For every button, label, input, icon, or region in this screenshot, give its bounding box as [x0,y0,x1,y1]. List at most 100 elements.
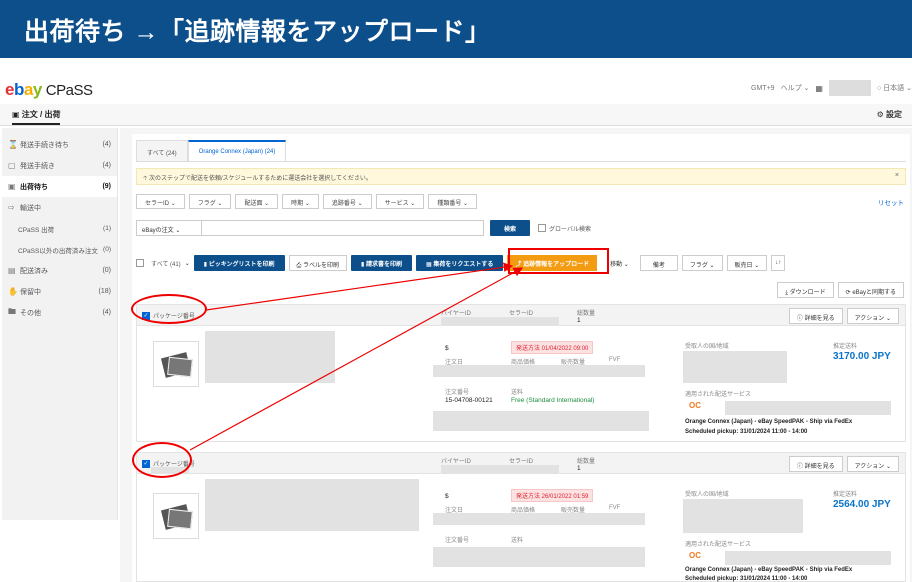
chevron-down-icon: ⌄ [623,262,629,268]
download-row: ⤓ ダウンロード ⟳ eBayと同期する [777,282,904,298]
sidebar-item-awaiting-shipment[interactable]: ▣ 出荷待ち (9) [2,176,117,197]
memo-button[interactable]: 備考 [639,255,678,271]
language-selector[interactable]: ○ 日本語 ⌄ [877,83,912,93]
search-row: eBayの注文 ⌄ 検索 グローバル検索 [136,220,591,236]
sort-order-icon[interactable]: ↓↑ [771,255,786,271]
currency-symbol: $ [445,345,449,352]
reset-link[interactable]: リセット [878,197,904,207]
estimated-postage-label: 推定送料 [833,344,858,350]
chevron-down-icon: ⌄ [885,464,891,470]
sync-ebay-button[interactable]: ⟳ eBayと同期する [837,282,904,298]
annotation-circle-package-2 [132,442,192,478]
sidebar-item-other[interactable]: 🖿 その他 (4) [2,302,117,323]
filter-service[interactable]: サービス ⌄ [375,194,425,209]
currency-symbol: $ [445,493,449,500]
tab-orange-connex[interactable]: Orange Connex (Japan) (24) [187,140,287,162]
delivered-icon: ▤ [8,266,16,275]
search-button[interactable]: 検索 [490,220,531,236]
sidebar-item-non-cpass-shipped[interactable]: CPaSS以外の出荷済み注文 (0) [2,239,117,260]
filter-flag[interactable]: フラグ ⌄ [188,194,232,209]
user-account[interactable] [828,80,871,96]
globe-icon: ○ [876,85,882,92]
action-dropdown[interactable]: アクション ⌄ [846,456,899,472]
info-icon: ⓘ [796,316,803,322]
fvf-label: FVF [609,357,621,363]
chevron-down-icon: ⌄ [463,201,469,207]
view-details-button[interactable]: ⓘ 詳細を見る [788,308,843,324]
sidebar: ⌛ 発送手続き待ち (4) ▢ 発送手続き (4) ▣ 出荷待ち (9) ⇨ 輸送中 CPaS… [2,128,118,520]
sidebar-item-awaiting-process[interactable]: ⌛ 発送手続き待ち (4) [2,134,117,155]
filter-tracking[interactable]: 追跡番号 ⌄ [322,194,372,209]
filter-type[interactable]: 種類番号 ⌄ [428,194,478,209]
sidebar-item-delivered[interactable]: ▤ 配送済み (0) [2,260,117,281]
print-invoice-button[interactable]: ▮ 請求書を印刷 [351,255,413,271]
ebay-cpass-logo[interactable]: ebay CPaSS [5,80,93,100]
view-details-button[interactable]: ⓘ 詳細を見る [788,456,843,472]
select-all-checkbox[interactable] [136,259,144,267]
tab-orders-shipping[interactable]: ▣ 注文 / 出荷 [12,109,61,125]
sidebar-item-cpass-shipped[interactable]: CPaSS 出荷 (1) [2,218,117,239]
select-all-label[interactable]: すべて (41) [151,259,181,268]
address-placeholder [433,411,649,431]
sold-date-sort[interactable]: 販売日 ⌄ [726,255,768,271]
close-icon[interactable]: × [895,172,899,179]
action-dropdown[interactable]: アクション ⌄ [846,308,899,324]
printer-icon: ⎙ [296,263,302,269]
sub-nav: ▣ 注文 / 出荷 ⚙ 設定 [0,104,912,126]
sidebar-item-process[interactable]: ▢ 発送手続き (4) [2,155,117,176]
product-image-placeholder [153,493,199,539]
tab-all[interactable]: すべて (24) [136,140,188,162]
chevron-down-icon: ⌄ [304,201,310,207]
global-search-checkbox[interactable] [538,224,547,232]
help-menu[interactable]: ヘルプ ⌄ [781,83,810,93]
sync-icon: ⟳ [845,290,851,296]
search-input[interactable] [202,220,484,236]
print-picking-list-button[interactable]: ▮ ピッキングリストを印刷 [193,255,285,271]
ship-by-tag: 発送方法 01/04/2022 09:00 [511,341,594,354]
filter-delivery[interactable]: 配送面 ⌄ [235,194,279,209]
flag-dropdown[interactable]: フラグ ⌄ [681,255,723,271]
info-icon: ⓘ [796,464,803,470]
chevron-down-icon: ⌄ [184,260,190,267]
fvf-label: FVF [609,505,621,511]
total-qty-value: 1 [577,317,581,324]
box-icon: ▢ [8,161,16,170]
search-type-select[interactable]: eBayの注文 ⌄ [136,220,202,236]
service-placeholder [725,401,891,415]
store-icon[interactable]: ▦ [815,84,823,93]
package-card: ✓ パッケージ番号 バイヤーID セラーID 総数量 1 ⓘ 詳細を見る アクショ… [136,304,906,442]
tutorial-banner: 出荷待ち →「追跡情報をアップロード」 [0,0,912,58]
receiver-region-label: 受取人の国/地域 [685,344,729,350]
download-button[interactable]: ⤓ ダウンロード [777,282,834,298]
hand-icon: ✋ [8,287,18,296]
chevron-down-icon: ⌄ [906,85,912,92]
order-values-placeholder [433,513,645,525]
action-toolbar: すべて (41) ⌄ ▮ ピッキングリストを印刷 ⎙ ラベルを印刷 ▮ 請求書を… [136,255,786,271]
service-placeholder [725,551,891,565]
chevron-down-icon: ⌄ [754,263,760,269]
print-label-button[interactable]: ⎙ ラベルを印刷 [288,255,348,271]
product-title-placeholder [205,331,335,383]
orange-connex-logo: OC [689,401,701,410]
pickup-icon: ▦ [426,262,432,268]
request-pickup-button[interactable]: ▦ 集荷をリクエストする [416,255,504,271]
scheduled-pickup: Scheduled pickup: 31/01/2024 11:00 - 14:… [685,429,808,435]
package-header: ✓ パッケージ番号 バイヤーID セラーID 総数量 1 ⓘ 詳細を見る アクショ… [137,305,905,326]
chevron-down-icon: ⌄ [264,201,270,207]
order-number-placeholder [433,547,645,567]
order-number-value: 15-04708-00121 [445,397,493,404]
filter-period[interactable]: 時期 ⌄ [282,194,319,209]
filter-seller-id[interactable]: セラーID ⌄ [136,194,185,209]
service-name: Orange Connex (Japan) - eBay SpeedPAK - … [685,419,853,425]
postage-label: 送料 [511,538,524,544]
seller-id-label: セラーID [509,311,534,317]
download-icon: ⤓ [785,290,788,296]
gear-icon: ⚙ [876,110,884,119]
chevron-down-icon: ⌄ [410,201,416,207]
sidebar-item-in-transit[interactable]: ⇨ 輸送中 [2,197,117,218]
settings-link[interactable]: ⚙ 設定 [877,109,902,120]
upload-tracking-highlight [508,248,609,274]
postage-value: Free (Standard International) [511,397,595,404]
sidebar-item-on-hold[interactable]: ✋ 保留中 (18) [2,281,117,302]
chevron-down-icon: ⌄ [170,201,176,207]
